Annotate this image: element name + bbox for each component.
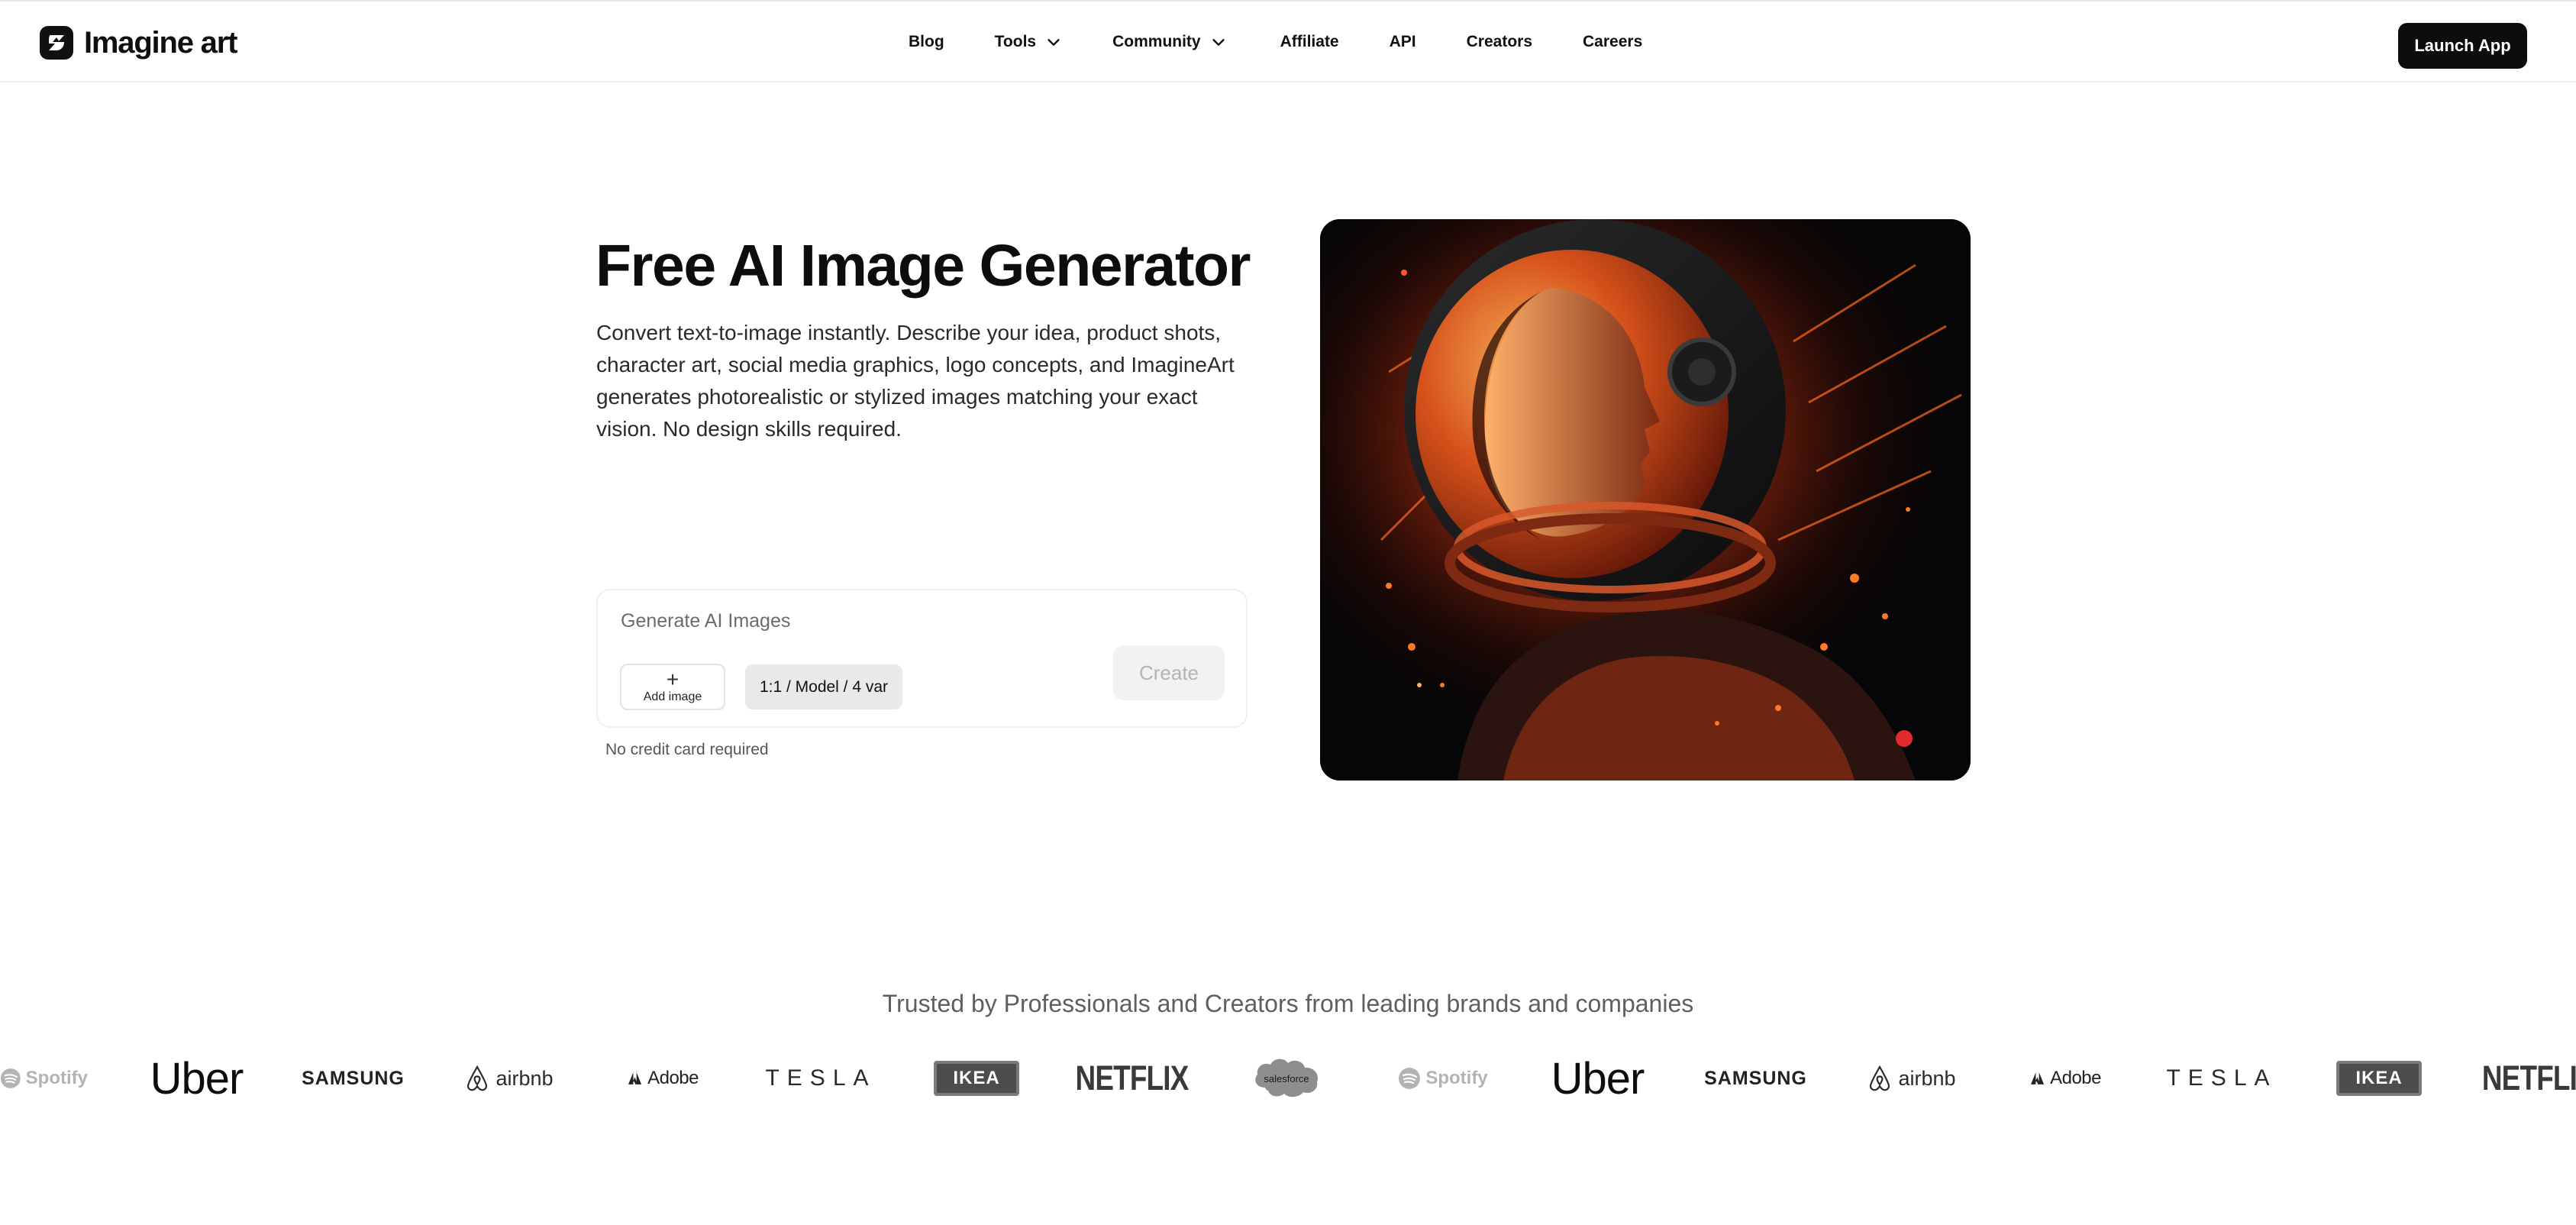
nav-label: API [1389,33,1416,50]
spotify-icon [0,1068,21,1088]
brand-text: airbnb [496,1066,554,1090]
plus-icon: + [666,667,680,691]
chevron-down-icon [1212,39,1225,46]
airbnb-icon [467,1065,488,1091]
nav-careers[interactable]: Careers [1583,33,1642,51]
brand-logo-uber: Uber [150,1053,244,1104]
brand-name: Imagine art [84,26,237,60]
brand-text: Adobe [647,1068,699,1088]
brand-logo-salesforce: salesforce [1248,1048,1325,1109]
brand-logo-ikea: IKEA [2336,1061,2422,1096]
nav-creators[interactable]: Creators [1467,33,1532,51]
brand-logo-spotify: Spotify [1397,1048,1489,1109]
salesforce-cloud-icon: salesforce [1255,1059,1319,1097]
hero-astronaut-image [1320,219,1971,781]
brand-logo-airbnb: airbnb [1867,1048,1957,1109]
brand-logo-adobe: Adobe [628,1048,699,1109]
brand-text: airbnb [1898,1066,1956,1090]
brand-logo-samsung: SAMSUNG [1704,1067,1807,1089]
site-header: Imagine art Blog Tools Community Affilia… [0,2,2576,82]
brand-logo-tesla: TESLA [765,1065,876,1091]
nav-label: Tools [994,33,1037,50]
airbnb-icon [1870,1065,1890,1091]
chevron-down-icon [1048,39,1060,46]
astronaut-illustration [1320,219,1971,781]
brand-logo[interactable]: Imagine art [40,24,237,61]
adobe-icon [2031,1072,2045,1084]
brand-text: Spotify [1425,1068,1488,1088]
nav-tools[interactable]: Tools [995,33,1062,51]
brand-logo-ikea: IKEA [934,1061,1019,1096]
nav-label: Community [1112,33,1201,50]
brand-logo-tesla: TESLA [2166,1065,2277,1091]
brand-text: Adobe [2050,1068,2101,1088]
brand-logo-uber: Uber [1551,1053,1645,1104]
spotify-icon [1399,1068,1421,1089]
nav-label: Creators [1466,33,1533,50]
brand-logo-airbnb: airbnb [464,1048,554,1109]
brand-logo-netflix: NETFLIX [2481,1059,2576,1097]
imagine-art-logo-icon [40,26,73,60]
adobe-icon [628,1072,642,1084]
add-image-label: Add image [643,690,702,703]
nav-label: Careers [1583,33,1643,50]
brand-logo-netflix: NETFLIX [1075,1059,1189,1097]
nav-label: Blog [909,33,944,50]
add-image-button[interactable]: + Add image [620,664,725,710]
nav-blog[interactable]: Blog [909,33,944,51]
generation-settings-button[interactable]: 1:1 / Model / 4 var [745,664,902,709]
prompt-input[interactable] [621,604,1079,638]
nav-api[interactable]: API [1390,33,1416,51]
brand-text: salesforce [1264,1073,1309,1084]
main-nav: Blog Tools Community Affiliate API Creat… [909,24,1642,60]
no-credit-card-note: No credit card required [605,741,769,758]
create-button[interactable]: Create [1113,645,1225,700]
brand-logo-samsung: SAMSUNG [302,1067,405,1089]
brand-logo-carousel: Spotify Uber SAMSUNG airbnb Adobe TESLA … [0,1048,2576,1109]
brand-logo-adobe: Adobe [2031,1048,2101,1109]
hero-description: Convert text-to-image instantly. Describ… [596,321,1235,441]
launch-app-button[interactable]: Launch App [2398,23,2527,69]
nav-community[interactable]: Community [1112,33,1227,51]
trusted-heading: Trusted by Professionals and Creators fr… [882,990,1694,1017]
image-generator-card: + Add image 1:1 / Model / 4 var Create [596,589,1248,728]
nav-label: Affiliate [1280,33,1339,50]
brand-text: Spotify [25,1068,88,1088]
brand-logo-spotify: Spotify [0,1048,88,1109]
page-title: Free AI Image Generator [596,233,1251,299]
nav-affiliate[interactable]: Affiliate [1280,33,1339,51]
